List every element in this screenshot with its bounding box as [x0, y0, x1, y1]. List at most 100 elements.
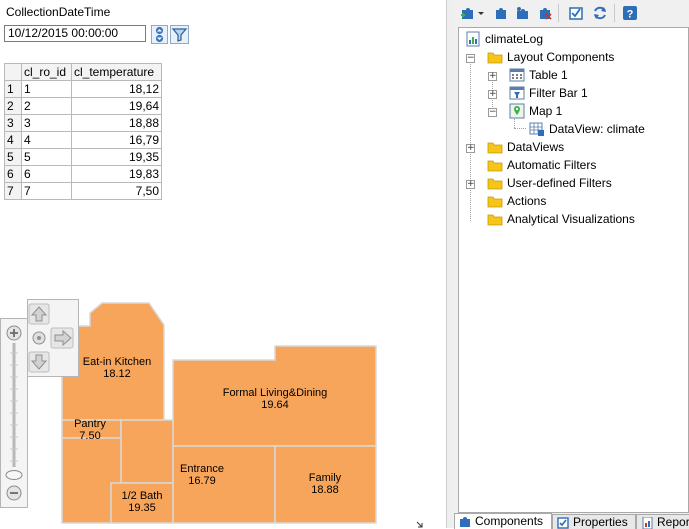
date-time-input[interactable]: 10/12/2015 00:00:00	[4, 25, 146, 42]
row-number-header	[4, 63, 22, 81]
tree-item-label: Filter Bar 1	[529, 86, 588, 100]
row-number: 4	[4, 131, 22, 149]
folder-icon	[487, 214, 503, 226]
zoom-out-button[interactable]	[6, 485, 22, 501]
tree-item-label: Map 1	[529, 104, 563, 118]
pan-right-button[interactable]	[50, 327, 74, 349]
cell-ro-id: 6	[21, 165, 72, 183]
component-tree: climateLog − Layout Components + Table 1…	[458, 27, 689, 513]
expand-table1[interactable]: +	[488, 72, 497, 81]
help-button[interactable]: ?	[622, 5, 638, 21]
zoom-slider-track[interactable]	[10, 343, 18, 467]
tree-item-label: Table 1	[529, 68, 568, 82]
checkbox-edit-icon	[569, 7, 583, 20]
tab-report[interactable]: Repor	[636, 514, 689, 529]
tab-label: Repor	[657, 515, 689, 529]
table-row[interactable]: 1 1 18,12	[4, 80, 162, 98]
refresh-icon	[594, 6, 606, 20]
panel-tabs: Components Properties Repor	[452, 513, 689, 529]
tree-item-label: Analytical Visualizations	[507, 212, 635, 226]
tree-item-label: Actions	[507, 194, 547, 208]
room-label-family: Family 18.88	[308, 472, 342, 496]
cell-temperature: 19,64	[71, 97, 162, 115]
table-row[interactable]: 4 4 16,79	[4, 131, 162, 149]
folder-icon	[487, 52, 503, 64]
add-component-button[interactable]	[460, 5, 476, 21]
table-row[interactable]: 3 3 18,88	[4, 114, 162, 132]
component-action-button-2[interactable]	[515, 5, 531, 21]
tree-item-label: Automatic Filters	[507, 158, 597, 172]
checkbox-edit-icon	[557, 517, 569, 529]
properties-button[interactable]	[568, 5, 584, 21]
resize-cursor-icon	[416, 521, 423, 528]
help-icon: ?	[623, 6, 637, 21]
pan-center-button[interactable]	[32, 331, 46, 345]
tree-item-label: Layout Components	[507, 50, 615, 64]
folder-icon	[487, 196, 503, 208]
tree-item-label: DataViews	[507, 140, 565, 154]
row-number: 1	[4, 80, 22, 98]
room-label-kitchen: Eat-in Kitchen 18.12	[82, 356, 152, 380]
map-pan-control	[27, 299, 79, 377]
table-row[interactable]: 5 5 19,35	[4, 148, 162, 166]
up-down-arrows-icon	[155, 26, 164, 43]
cell-ro-id: 4	[21, 131, 72, 149]
collapse-layout-components[interactable]: −	[466, 54, 475, 63]
date-spinner-button[interactable]	[151, 25, 168, 44]
puzzle-icon	[460, 517, 470, 527]
report-canvas: CollectionDateTime 10/12/2015 00:00:00 c…	[0, 0, 446, 528]
expand-user-filters[interactable]: +	[466, 180, 475, 189]
cell-ro-id: 2	[21, 97, 72, 115]
puzzle-arrange-icon	[517, 7, 528, 19]
zoom-in-button[interactable]	[6, 325, 22, 341]
pan-down-button[interactable]	[28, 351, 50, 373]
tab-properties[interactable]: Properties	[552, 514, 636, 529]
remove-component-button[interactable]	[537, 5, 553, 21]
cell-ro-id: 5	[21, 148, 72, 166]
expand-dataviews[interactable]: +	[466, 144, 475, 153]
report-icon	[466, 31, 480, 47]
cell-ro-id: 7	[21, 182, 72, 200]
filter-label: CollectionDateTime	[6, 5, 111, 19]
room-label-entrance: Entrance 16.79	[179, 463, 225, 487]
expand-filterbar1[interactable]: +	[488, 90, 497, 99]
column-header-cl-temperature[interactable]: cl_temperature	[71, 63, 162, 81]
cell-temperature: 7,50	[71, 182, 162, 200]
collapse-map1[interactable]: −	[488, 108, 497, 117]
component-action-button-1[interactable]	[493, 5, 509, 21]
refresh-button[interactable]	[592, 5, 608, 21]
add-component-dropdown[interactable]	[477, 5, 485, 21]
apply-filter-button[interactable]	[170, 25, 189, 44]
pan-up-button[interactable]	[28, 303, 50, 325]
components-toolbar: ?	[452, 0, 689, 27]
table-row[interactable]: 7 7 7,50	[4, 182, 162, 200]
room-closet[interactable]	[120, 419, 174, 484]
cell-temperature: 18,88	[71, 114, 162, 132]
cell-temperature: 16,79	[71, 131, 162, 149]
column-header-cl-ro-id[interactable]: cl_ro_id	[21, 63, 72, 81]
table-header-row: cl_ro_id cl_temperature	[4, 63, 162, 81]
table-row[interactable]: 2 2 19,64	[4, 97, 162, 115]
cell-temperature: 19,83	[71, 165, 162, 183]
zoom-slider-thumb[interactable]	[5, 470, 23, 480]
tree-item-label: DataView: climate	[549, 122, 645, 136]
funnel-icon	[171, 28, 188, 42]
room-label-living: Formal Living&Dining 19.64	[222, 387, 328, 411]
data-table: cl_ro_id cl_temperature 1 1 18,12 2 2 19…	[4, 63, 162, 200]
room-label-pantry: Pantry 7.50	[74, 418, 106, 442]
folder-icon	[487, 142, 503, 154]
room-label-bath: 1/2 Bath 19.35	[121, 490, 163, 514]
tree-item-label: User-defined Filters	[507, 176, 612, 190]
table-icon	[509, 68, 525, 82]
folder-icon	[487, 160, 503, 172]
report-icon	[642, 517, 653, 529]
table-row[interactable]: 6 6 19,83	[4, 165, 162, 183]
toolbar-separator	[558, 4, 559, 22]
row-number: 7	[4, 182, 22, 200]
puzzle-remove-icon	[540, 8, 552, 20]
tab-components[interactable]: Components	[454, 513, 552, 529]
row-number: 6	[4, 165, 22, 183]
row-number: 2	[4, 97, 22, 115]
row-number: 3	[4, 114, 22, 132]
map-zoom-control	[0, 318, 28, 508]
